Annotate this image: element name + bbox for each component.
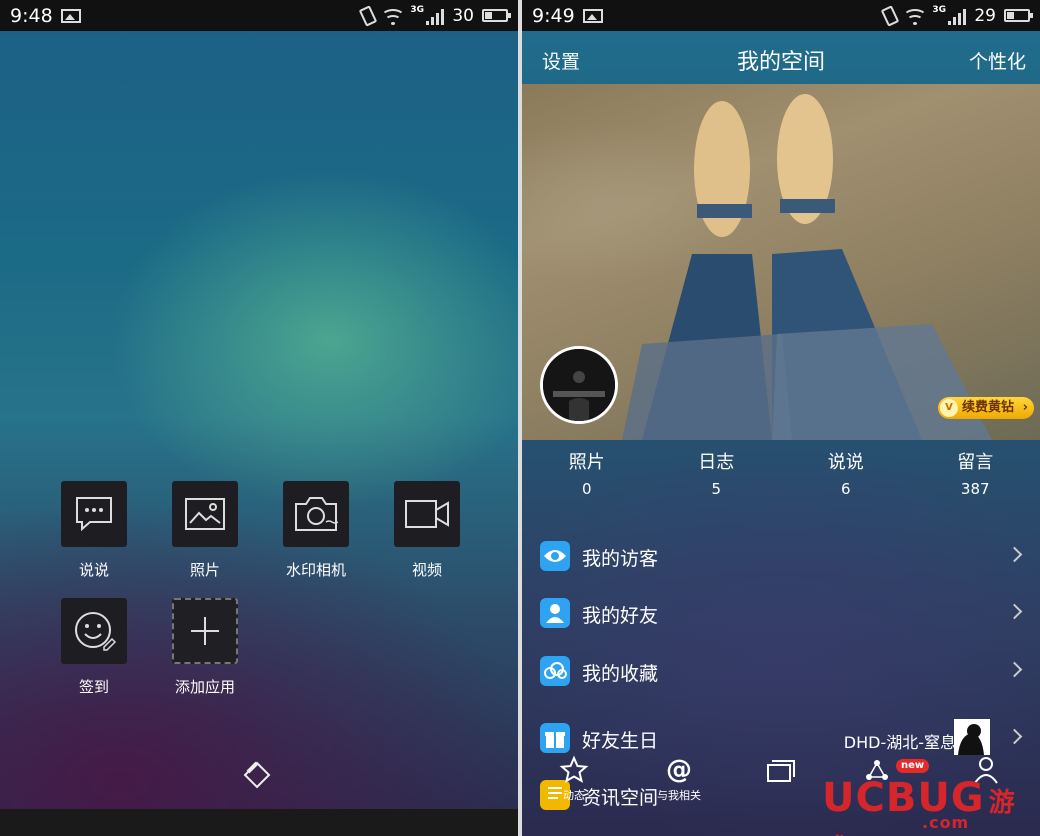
battery-icon (1004, 9, 1033, 22)
vibrate-icon (881, 4, 900, 27)
plus-icon (172, 598, 238, 664)
tile-label: 照片 (189, 561, 220, 579)
smile-icon (61, 598, 127, 664)
star-icon (559, 755, 589, 783)
stat-value: 0 (581, 480, 592, 498)
birthday-friend-name: DHD-湖北-窒息 (843, 733, 956, 752)
image-notification-icon (60, 8, 81, 23)
page-title: 我的空间 (736, 50, 825, 75)
tile-watermark-camera[interactable]: 水印相机 (282, 481, 350, 580)
at-icon: @ (666, 755, 692, 785)
chat-icon (61, 481, 127, 547)
top-bar: 设置 我的空间 个性化 (522, 31, 1040, 84)
nav-bar (0, 809, 518, 836)
stat-label: 照片 (568, 452, 605, 473)
status-time: 9:49 (532, 4, 575, 27)
personalize-button[interactable]: 个性化 (969, 47, 1026, 74)
tile-label: 添加应用 (174, 678, 235, 696)
stat-value: 387 (960, 480, 990, 498)
menu-label: 我的好友 (582, 605, 659, 627)
window-icon (767, 760, 795, 782)
tile-video[interactable]: 视频 (393, 481, 461, 580)
camera-icon (283, 481, 349, 547)
tab-windows[interactable] (750, 755, 810, 785)
cover-photo[interactable]: V 续费黄钻 › (522, 84, 1040, 440)
tab-label: 动态 (563, 789, 585, 802)
tab-related[interactable]: @ 与我相关 (649, 755, 709, 803)
tile-label: 签到 (78, 678, 109, 696)
stat-label: 日志 (698, 452, 735, 473)
rotate-icon[interactable] (242, 760, 272, 790)
vip-icon: V (939, 399, 958, 417)
video-icon (394, 481, 460, 547)
stat-label: 留言 (957, 452, 994, 473)
battery-level: 29 (974, 5, 996, 26)
menu-friends[interactable]: 我的好友 (522, 592, 1040, 636)
cloud-icon (540, 656, 570, 686)
tile-add-app[interactable]: 添加应用 (171, 598, 239, 697)
tile-checkin[interactable]: 签到 (60, 598, 128, 697)
svg-text:@: @ (666, 755, 692, 785)
new-badge: new (896, 759, 930, 773)
watermark-logo: UCBUG游戏网 .com (822, 775, 1040, 836)
chevron-right-icon: › (1022, 400, 1028, 415)
tile-shuoshuo[interactable]: 说说 (60, 481, 128, 580)
photo-icon (172, 481, 238, 547)
watermark-domain: .com (922, 813, 970, 832)
wifi-icon (903, 7, 928, 25)
status-bar: 9:49 3G 29 (522, 0, 1040, 31)
gift-icon (540, 723, 570, 753)
menu-label: 我的访客 (582, 548, 659, 570)
menu-label: 好友生日 (582, 730, 659, 752)
menu-label: 我的收藏 (582, 663, 659, 685)
tile-label: 水印相机 (285, 561, 346, 579)
vibrate-icon (359, 4, 378, 27)
renew-vip-button[interactable]: V 续费黄钻 › (937, 397, 1034, 419)
chevron-right-icon (1006, 661, 1023, 678)
signal-icon: 3G (932, 5, 967, 25)
menu-favorites[interactable]: 我的收藏 (522, 650, 1040, 694)
chevron-right-icon (1006, 728, 1023, 745)
stat-label: 说说 (827, 452, 864, 473)
chevron-right-icon (1006, 603, 1023, 620)
stat-blog[interactable]: 日志 5 (652, 448, 782, 498)
chevron-right-icon (1006, 546, 1023, 563)
right-screen: 9:49 3G 29 设置 我的空间 个性化 V 续费黄钻 › 照片 0 日志 … (522, 0, 1040, 836)
stat-value: 6 (840, 480, 851, 498)
tab-label: 与我相关 (657, 789, 701, 802)
stat-messages[interactable]: 留言 387 (911, 448, 1040, 498)
tile-label: 视频 (411, 561, 442, 579)
stat-photos[interactable]: 照片 0 (522, 448, 652, 498)
friend-avatar (954, 719, 990, 755)
status-time: 9:48 (10, 4, 53, 27)
image-notification-icon (582, 8, 603, 23)
battery-icon (482, 9, 511, 22)
menu-visitors[interactable]: 我的访客 (522, 535, 1040, 579)
tile-label: 说说 (78, 561, 109, 579)
tile-photos[interactable]: 照片 (171, 481, 239, 580)
tab-feed[interactable]: 动态 (544, 755, 604, 803)
left-screen: 9:48 3G 30 说说 照片 水印相机 视频 签到 添加应用 (0, 0, 518, 836)
stats-row: 照片 0 日志 5 说说 6 留言 387 (522, 448, 1040, 498)
stat-value: 5 (711, 480, 722, 498)
friend-icon (540, 598, 570, 628)
vip-label: 续费黄钻 (961, 400, 1014, 415)
wifi-icon (381, 7, 406, 25)
avatar[interactable] (540, 346, 618, 424)
battery-level: 30 (452, 5, 474, 26)
status-bar: 9:48 3G 30 (0, 0, 518, 31)
stat-shuoshuo[interactable]: 说说 6 (781, 448, 911, 498)
signal-icon: 3G (410, 5, 445, 25)
eye-icon (540, 541, 570, 571)
